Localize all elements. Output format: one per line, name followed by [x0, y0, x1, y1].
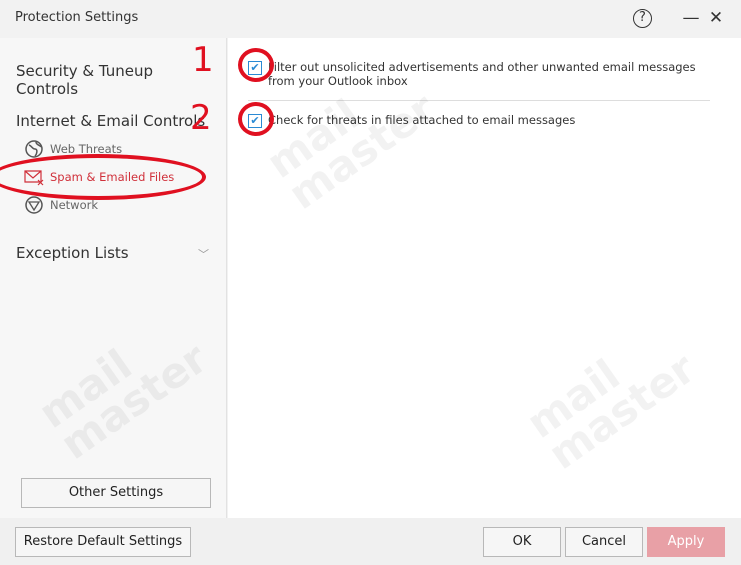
- cancel-button[interactable]: Cancel: [565, 527, 643, 557]
- option-filter-spam[interactable]: ✔ Filter out unsolicited advertisements …: [248, 60, 698, 88]
- title-bar: Protection Settings ? — ✕: [0, 0, 741, 38]
- globe-icon: [25, 140, 43, 158]
- sidebar-section-exception-lists[interactable]: Exception Lists: [16, 244, 129, 262]
- minimize-button[interactable]: —: [680, 7, 702, 29]
- restore-default-button[interactable]: Restore Default Settings: [15, 527, 191, 557]
- annotation-number-2: 2: [190, 98, 212, 138]
- watermark: mail master: [517, 343, 705, 479]
- sidebar-section-internet-email[interactable]: Internet & Email Controls: [16, 112, 205, 130]
- sidebar-section-security[interactable]: Security & Tuneup Controls: [16, 62, 166, 98]
- apply-button[interactable]: Apply: [647, 527, 725, 557]
- sidebar-item-label: Network: [50, 198, 99, 212]
- ok-button[interactable]: OK: [483, 527, 561, 557]
- footer: Restore Default Settings OK Cancel Apply: [0, 518, 741, 565]
- help-icon[interactable]: ?: [633, 9, 652, 28]
- annotation-circle: [238, 102, 274, 136]
- annotation-circle: [238, 48, 274, 82]
- window-title: Protection Settings: [15, 10, 139, 25]
- annotation-ellipse: [0, 154, 206, 200]
- main-panel: ✔ Filter out unsolicited advertisements …: [228, 38, 741, 518]
- chevron-down-icon[interactable]: ﹀: [198, 246, 209, 262]
- network-icon: [25, 196, 43, 214]
- option-label: Filter out unsolicited advertisements an…: [268, 60, 696, 88]
- annotation-number-1: 1: [192, 40, 214, 80]
- other-settings-button[interactable]: Other Settings: [21, 478, 211, 508]
- close-button[interactable]: ✕: [705, 7, 727, 29]
- divider: [248, 100, 710, 101]
- watermark: mail master: [29, 333, 217, 469]
